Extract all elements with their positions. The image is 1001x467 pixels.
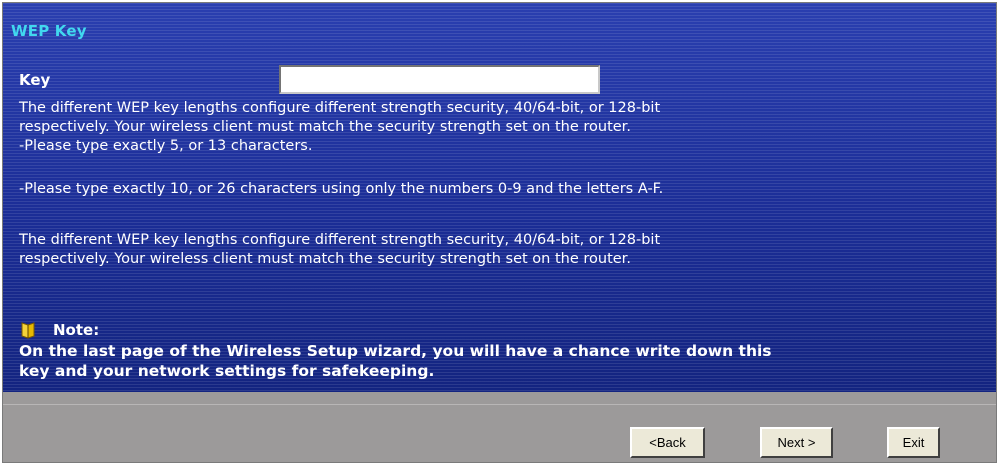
instruction-hex: -Please type exactly 10, or 26 character… (19, 181, 664, 197)
description-line: respectively. Your wireless client must … (19, 251, 631, 267)
description-line: The different WEP key lengths configure … (19, 100, 661, 116)
description-line: respectively. Your wireless client must … (19, 119, 631, 135)
key-label: Key (19, 71, 51, 89)
exit-button[interactable]: Exit (887, 427, 940, 458)
note-label: Note: (53, 321, 100, 339)
instruction-ascii: -Please type exactly 5, or 13 characters… (19, 138, 313, 154)
note-line: key and your network settings for safeke… (19, 362, 435, 380)
wizard-window: WEP Key Key The different WEP key length… (2, 2, 997, 463)
note-book-icon (21, 322, 35, 339)
button-bar-divider (3, 404, 996, 445)
page-title: WEP Key (11, 22, 87, 40)
wizard-panel: WEP Key Key The different WEP key length… (3, 3, 996, 392)
next-button[interactable]: Next > (760, 427, 833, 458)
button-bar (3, 392, 996, 462)
back-button[interactable]: <Back (630, 427, 705, 458)
wep-key-input[interactable] (279, 65, 600, 94)
note-line: On the last page of the Wireless Setup w… (19, 342, 772, 360)
description-line: The different WEP key lengths configure … (19, 232, 661, 248)
